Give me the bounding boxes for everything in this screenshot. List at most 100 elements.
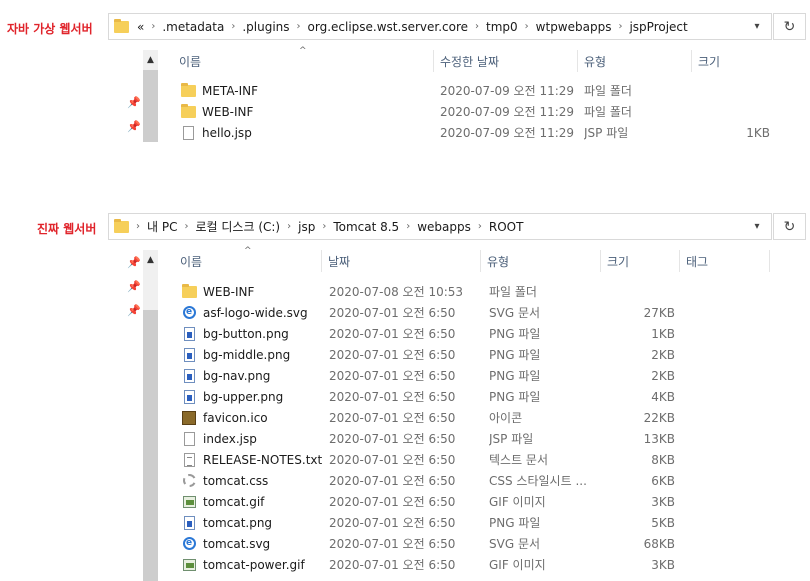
refresh-button[interactable]: ↻ <box>773 13 806 40</box>
file-type: PNG 파일 <box>489 390 541 404</box>
breadcrumb-item[interactable]: « <box>133 20 148 34</box>
file-size: 27KB <box>643 305 675 320</box>
file-row[interactable]: e asf-logo-wide.svg 2020-07-01 오전 6:50 SVG … <box>177 302 777 323</box>
file-name: asf-logo-wide.svg <box>203 305 308 320</box>
breadcrumb-item[interactable]: jsp <box>294 220 319 234</box>
breadcrumb-item[interactable]: jspProject <box>625 20 691 34</box>
file-type-icon <box>181 368 197 384</box>
bottom-scrollbar[interactable]: ▲ <box>143 250 158 581</box>
breadcrumb-item[interactable]: wtpwebapps <box>532 20 616 34</box>
file-type: 파일 폴더 <box>584 84 632 98</box>
breadcrumb-item[interactable]: ROOT <box>485 220 528 234</box>
file-row[interactable]: bg-upper.png 2020-07-01 오전 6:50 PNG 파일 4KB <box>177 386 777 407</box>
breadcrumb-item[interactable]: tmp0 <box>482 20 522 34</box>
file-type: 파일 폴더 <box>489 285 537 299</box>
file-type: CSS 스타일시트 ... <box>489 474 587 488</box>
breadcrumb-item[interactable]: 로컬 디스크 (C:) <box>191 218 284 235</box>
pin-icon: 📌 <box>127 120 141 133</box>
file-name: tomcat.gif <box>203 494 265 509</box>
top-scrollbar[interactable]: ▲ <box>143 50 158 142</box>
col-type[interactable]: 유형 <box>578 50 692 72</box>
file-type: SVG 문서 <box>489 306 541 320</box>
file-name-cell: WEB-INF <box>180 103 430 120</box>
file-date: 2020-07-01 오전 6:50 <box>329 411 456 425</box>
col-tag[interactable]: 태그 <box>680 250 770 272</box>
col-date[interactable]: 날짜 <box>322 250 481 272</box>
file-type: PNG 파일 <box>489 369 541 383</box>
file-date: 2020-07-09 오전 11:29 <box>440 126 575 140</box>
refresh-icon: ↻ <box>783 18 796 35</box>
scroll-up-icon[interactable]: ▲ <box>143 52 158 67</box>
file-date: 2020-07-01 오전 6:50 <box>329 327 456 341</box>
scroll-thumb[interactable] <box>143 310 158 581</box>
breadcrumb-item[interactable]: 내 PC <box>143 218 181 235</box>
file-row[interactable]: hello.jsp 2020-07-09 오전 11:29 JSP 파일 1KB <box>176 122 776 143</box>
file-name-cell: e tomcat.svg <box>181 536 323 552</box>
file-row[interactable]: tomcat.png 2020-07-01 오전 6:50 PNG 파일 5KB <box>177 512 777 533</box>
file-row[interactable]: bg-nav.png 2020-07-01 오전 6:50 PNG 파일 2KB <box>177 365 777 386</box>
svg-document-icon: e <box>182 537 196 550</box>
file-name: WEB-INF <box>202 104 254 119</box>
file-row[interactable]: bg-middle.png 2020-07-01 오전 6:50 PNG 파일 2KB <box>177 344 777 365</box>
file-date: 2020-07-01 오전 6:50 <box>329 537 456 551</box>
file-row[interactable]: bg-button.png 2020-07-01 오전 6:50 PNG 파일 1KB <box>177 323 777 344</box>
file-row[interactable]: tomcat-power.gif 2020-07-01 오전 6:50 GIF 이미… <box>177 554 777 575</box>
scroll-thumb[interactable] <box>143 70 158 142</box>
chevron-right-icon: › <box>184 221 189 232</box>
file-row[interactable]: WEB-INF 2020-07-09 오전 11:29 파일 폴더 <box>176 101 776 122</box>
refresh-button[interactable]: ↻ <box>773 213 806 240</box>
file-row[interactable]: tomcat.gif 2020-07-01 오전 6:50 GIF 이미지 3KB <box>177 491 777 512</box>
file-date: 2020-07-01 오전 6:50 <box>329 432 456 446</box>
file-row[interactable]: index.jsp 2020-07-01 오전 6:50 JSP 파일 13KB <box>177 428 777 449</box>
file-type: 아이콘 <box>489 411 523 425</box>
file-name-cell: index.jsp <box>181 431 323 447</box>
pin-icon: 📌 <box>127 304 141 317</box>
breadcrumb-item[interactable]: Tomcat 8.5 <box>329 220 403 234</box>
file-row[interactable]: favicon.ico 2020-07-01 오전 6:50 아이콘 22KB <box>177 407 777 428</box>
bottom-address-bar[interactable]: › 내 PC › 로컬 디스크 (C:) › jsp › Tomcat 8.5 › webapp… <box>108 213 772 240</box>
chevron-down-icon[interactable]: ▾ <box>743 14 771 39</box>
top-address-bar[interactable]: «› .metadata › .plugins › org.eclipse.wst.ser… <box>108 13 772 40</box>
file-type-icon <box>181 410 197 426</box>
icon-file-icon <box>182 410 196 425</box>
file-type-icon <box>181 452 197 468</box>
file-row[interactable]: RELEASE-NOTES.txt 2020-07-01 오전 6:50 텍스트 문… <box>177 449 777 470</box>
file-name-cell: WEB-INF <box>181 283 323 300</box>
file-name-cell: META-INF <box>180 82 430 99</box>
file-name: bg-nav.png <box>203 368 271 383</box>
file-row[interactable]: e tomcat.svg 2020-07-01 오전 6:50 SVG 문서 68KB <box>177 533 777 554</box>
breadcrumb-item[interactable]: .metadata <box>158 20 228 34</box>
col-name[interactable]: 이름 <box>174 250 322 272</box>
breadcrumb-item[interactable]: org.eclipse.wst.server.core <box>304 20 473 34</box>
col-size[interactable]: 크기 <box>601 250 680 272</box>
file-name-cell: hello.jsp <box>180 125 430 141</box>
file-name: tomcat.png <box>203 515 273 530</box>
chevron-right-icon: › <box>287 221 292 232</box>
chevron-down-icon[interactable]: ▾ <box>743 214 771 239</box>
file-date: 2020-07-01 오전 6:50 <box>329 390 456 404</box>
scroll-up-icon[interactable]: ▲ <box>143 252 158 267</box>
col-date[interactable]: 수정한 날짜 <box>434 50 578 72</box>
bottom-section-label: 진짜 웹서버 <box>37 222 97 236</box>
file-size: 1KB <box>651 326 675 341</box>
file-name: META-INF <box>202 83 259 98</box>
file-date: 2020-07-01 오전 6:50 <box>329 306 456 320</box>
chevron-right-icon: › <box>618 21 623 32</box>
col-size[interactable]: 크기 <box>692 50 772 72</box>
file-name: favicon.ico <box>203 410 268 425</box>
breadcrumb-item[interactable]: webapps <box>413 220 475 234</box>
chevron-right-icon: › <box>475 21 480 32</box>
file-size: 1KB <box>746 125 770 140</box>
file-row[interactable]: META-INF 2020-07-09 오전 11:29 파일 폴더 <box>176 80 776 101</box>
breadcrumb-item[interactable]: .plugins <box>238 20 293 34</box>
file-type: SVG 문서 <box>489 537 541 551</box>
file-name: bg-middle.png <box>203 347 291 362</box>
file-row[interactable]: WEB-INF 2020-07-08 오전 10:53 파일 폴더 <box>177 281 777 302</box>
file-type-icon <box>181 431 197 447</box>
image-file-icon <box>183 326 195 341</box>
col-name[interactable]: 이름 <box>173 50 434 72</box>
file-type: PNG 파일 <box>489 327 541 341</box>
file-row[interactable]: tomcat.css 2020-07-01 오전 6:50 CSS 스타일시트 ..… <box>177 470 777 491</box>
col-type[interactable]: 유형 <box>481 250 601 272</box>
file-type: JSP 파일 <box>584 126 629 140</box>
